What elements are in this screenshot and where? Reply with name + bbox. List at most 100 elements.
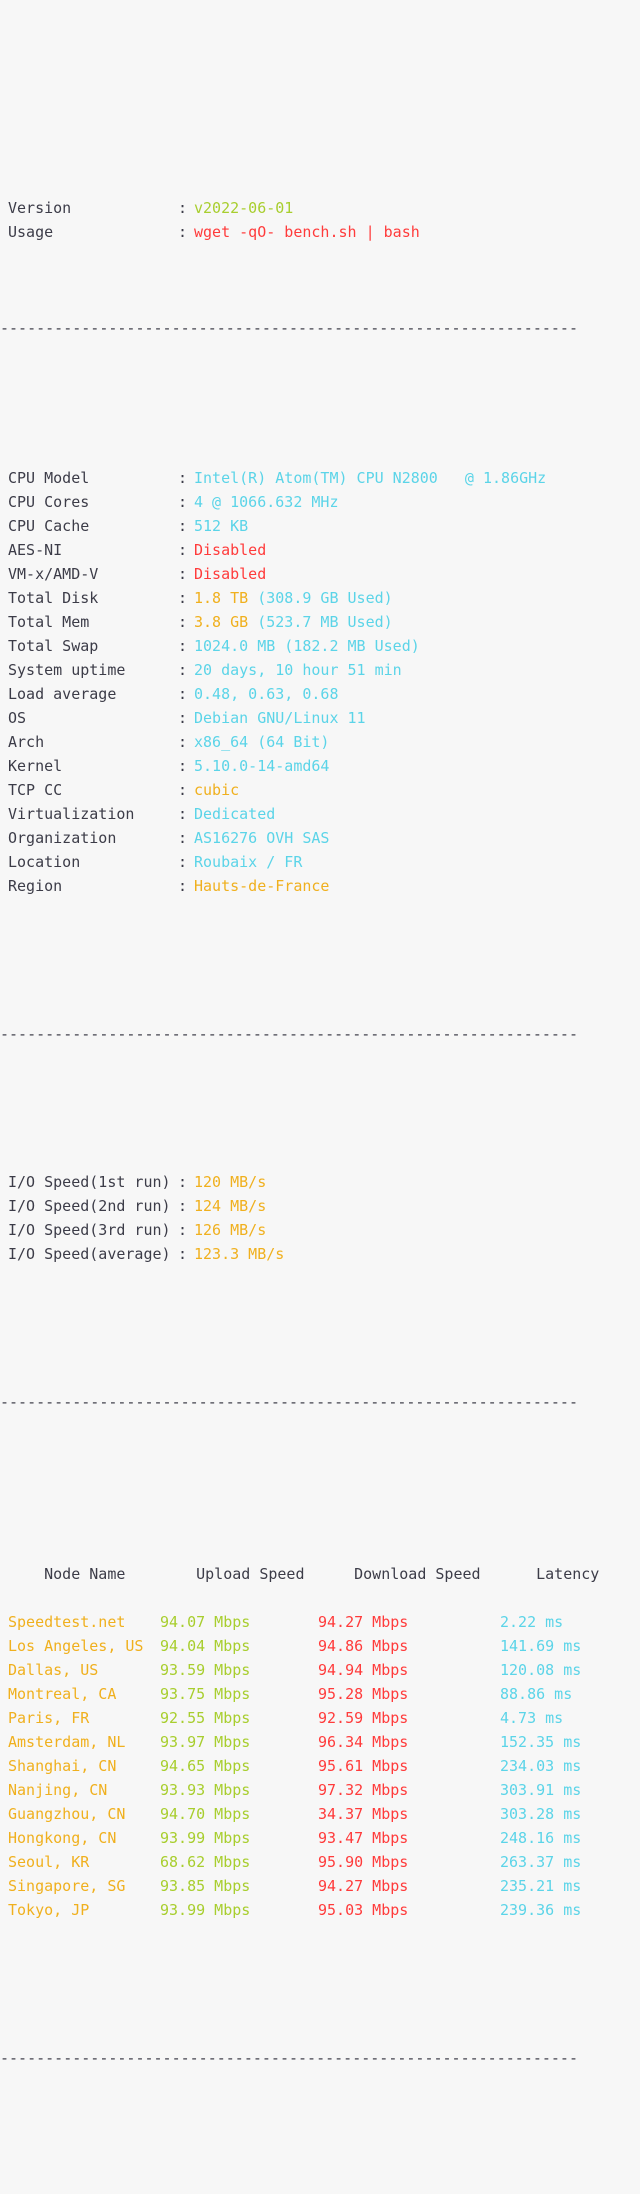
- table-row: Montreal, CA 93.75 Mbps 95.28 Mbps 88.86 ms: [0, 1682, 640, 1706]
- speedtest-cell-download-speed: 34.37 Mbps: [318, 1805, 409, 1823]
- speedtest-cell-node-name: Tokyo, JP: [8, 1901, 90, 1919]
- io-speed-label: I/O Speed(3rd run): [8, 1221, 171, 1239]
- speedtest-cell-download-speed: 94.86 Mbps: [318, 1637, 409, 1655]
- speedtest-cell-download-speed: 94.27 Mbps: [318, 1877, 409, 1895]
- table-row: Paris, FR 92.55 Mbps 92.59 Mbps 4.73 ms: [0, 1706, 640, 1730]
- system-info-row: Organization: AS16276 OVH SAS: [0, 826, 640, 850]
- speedtest-cell-download-speed: 95.28 Mbps: [318, 1685, 409, 1703]
- speedtest-cell-download-speed: 93.47 Mbps: [318, 1829, 409, 1847]
- speedtest-cell-latency: 303.91 ms: [500, 1781, 582, 1799]
- speedtest-cell-upload-speed: 93.59 Mbps: [160, 1661, 251, 1679]
- system-info-value: 20 days, 10 hour 51 min: [194, 661, 402, 679]
- table-row: Tokyo, JP 93.99 Mbps 95.03 Mbps 239.36 ms: [0, 1898, 640, 1922]
- system-info-label: VM-x/AMD-V: [8, 565, 99, 583]
- speedtest-cell-latency: 248.16 ms: [500, 1829, 582, 1847]
- system-info-colon: :: [178, 781, 188, 799]
- speedtest-cell-node-name: Montreal, CA: [8, 1685, 117, 1703]
- io-speed-colon: :: [178, 1221, 188, 1239]
- intro-value: v2022-06-01: [194, 199, 294, 217]
- system-info-label: OS: [8, 709, 27, 727]
- system-info-row: Virtualization: Dedicated: [0, 802, 640, 826]
- io-speed-colon: :: [178, 1197, 188, 1215]
- io-speed-section: I/O Speed(1st run):120 MB/s I/O Speed(2nd…: [0, 1170, 640, 1266]
- speedtest-cell-latency: 235.21 ms: [500, 1877, 582, 1895]
- io-speed-row: I/O Speed(2nd run):124 MB/s: [0, 1194, 640, 1218]
- table-row: Los Angeles, US 94.04 Mbps 94.86 Mbps 141.6…: [0, 1634, 640, 1658]
- system-info-colon: :: [178, 853, 188, 871]
- io-speed-row: I/O Speed(1st run):120 MB/s: [0, 1170, 640, 1194]
- speedtest-cell-latency: 2.22 ms: [500, 1613, 564, 1631]
- speedtest-cell-node-name: Singapore, SG: [8, 1877, 126, 1895]
- system-info-colon: :: [178, 637, 188, 655]
- system-info-colon: :: [178, 877, 188, 895]
- system-info-label: AES-NI: [8, 541, 63, 559]
- speedtest-cell-latency: 239.36 ms: [500, 1901, 582, 1919]
- speedtest-cell-download-speed: 95.03 Mbps: [318, 1901, 409, 1919]
- system-info-row: CPU Model: Intel(R) Atom(TM) CPU N2800 @ …: [0, 466, 640, 490]
- speedtest-cell-download-speed: 94.27 Mbps: [318, 1613, 409, 1631]
- system-info-colon: :: [178, 541, 188, 559]
- speedtest-cell-upload-speed: 94.65 Mbps: [160, 1757, 251, 1775]
- system-info-label: Kernel: [8, 757, 63, 775]
- speedtest-cell-node-name: Nanjing, CN: [8, 1781, 108, 1799]
- system-info-colon: :: [178, 613, 188, 631]
- table-row: Amsterdam, NL 93.97 Mbps 96.34 Mbps 152.35 …: [0, 1730, 640, 1754]
- system-info-value: Hauts-de-France: [194, 877, 330, 895]
- io-speed-row: I/O Speed(3rd run):126 MB/s: [0, 1218, 640, 1242]
- speedtest-cell-upload-speed: 93.93 Mbps: [160, 1781, 251, 1799]
- system-info-row: Total Mem:3.8 GB (523.7 MB Used): [0, 610, 640, 634]
- speedtest-cell-latency: 263.37 ms: [500, 1853, 582, 1871]
- speedtest-cell-upload-speed: 93.97 Mbps: [160, 1733, 251, 1751]
- system-info-colon: :: [178, 565, 188, 583]
- system-info-colon: :: [178, 661, 188, 679]
- speedtest-cell-latency: 4.73 ms: [500, 1709, 564, 1727]
- system-info-value: 0.48, 0.63, 0.68: [194, 685, 339, 703]
- system-info-row: Location: Roubaix / FR: [0, 850, 640, 874]
- separator-1: ----------------------------------------…: [0, 319, 578, 337]
- system-info-colon: :: [178, 757, 188, 775]
- system-info-value: Intel(R) Atom(TM) CPU N2800 @ 1.86GHz: [194, 469, 547, 487]
- speedtest-cell-node-name: Guangzhou, CN: [8, 1805, 126, 1823]
- speedtest-cell-upload-speed: 92.55 Mbps: [160, 1709, 251, 1727]
- system-info-colon: :: [178, 517, 188, 535]
- io-speed-colon: :: [178, 1245, 188, 1263]
- speedtest-cell-node-name: Hongkong, CN: [8, 1829, 117, 1847]
- speedtest-cell-download-speed: 95.61 Mbps: [318, 1757, 409, 1775]
- speedtest-cell-node-name: Amsterdam, NL: [8, 1733, 126, 1751]
- system-info-colon: :: [178, 469, 188, 487]
- system-info-row: VM-x/AMD-V: Disabled: [0, 562, 640, 586]
- table-row: Dallas, US 93.59 Mbps 94.94 Mbps 120.08 ms: [0, 1658, 640, 1682]
- speedtest-cell-upload-speed: 68.62 Mbps: [160, 1853, 251, 1871]
- intro-label: Version: [8, 199, 72, 217]
- system-info-label: Region: [8, 877, 63, 895]
- io-speed-label: I/O Speed(2nd run): [8, 1197, 171, 1215]
- column-header-node-name: Node Name: [44, 1565, 126, 1583]
- speedtest-cell-latency: 234.03 ms: [500, 1757, 582, 1775]
- system-info-label: Location: [8, 853, 81, 871]
- system-info-value-detail: (523.7 MB Used): [248, 613, 393, 631]
- speedtest-cell-latency: 152.35 ms: [500, 1733, 582, 1751]
- speedtest-cell-download-speed: 97.32 Mbps: [318, 1781, 409, 1799]
- separator-2: ----------------------------------------…: [0, 1025, 578, 1043]
- system-info-value: 512 KB: [194, 517, 249, 535]
- intro-colon: :: [178, 223, 188, 241]
- speedtest-cell-download-speed: 94.94 Mbps: [318, 1661, 409, 1679]
- separator-3: ----------------------------------------…: [0, 1393, 578, 1411]
- system-info-value: Disabled: [194, 541, 267, 559]
- system-info-value-detail: (308.9 GB Used): [248, 589, 393, 607]
- io-speed-value: 124 MB/s: [194, 1197, 267, 1215]
- system-info-label: CPU Cores: [8, 493, 90, 511]
- system-info-value: x86_64 (64 Bit): [194, 733, 330, 751]
- system-info-value: 5.10.0-14-amd64: [194, 757, 330, 775]
- system-info-row: Arch: x86_64 (64 Bit): [0, 730, 640, 754]
- system-info-colon: :: [178, 709, 188, 727]
- intro-row: Usage: wget -qO- bench.sh | bash: [0, 220, 640, 244]
- speedtest-cell-node-name: Paris, FR: [8, 1709, 90, 1727]
- system-info-value: 1024.0 MB (182.2 MB Used): [194, 637, 420, 655]
- system-info-label: Arch: [8, 733, 45, 751]
- speedtest-cell-upload-speed: 94.04 Mbps: [160, 1637, 251, 1655]
- system-info-row: TCP CC: cubic: [0, 778, 640, 802]
- io-speed-label: I/O Speed(1st run): [8, 1173, 171, 1191]
- system-info-row: AES-NI: Disabled: [0, 538, 640, 562]
- speedtest-cell-upload-speed: 94.70 Mbps: [160, 1805, 251, 1823]
